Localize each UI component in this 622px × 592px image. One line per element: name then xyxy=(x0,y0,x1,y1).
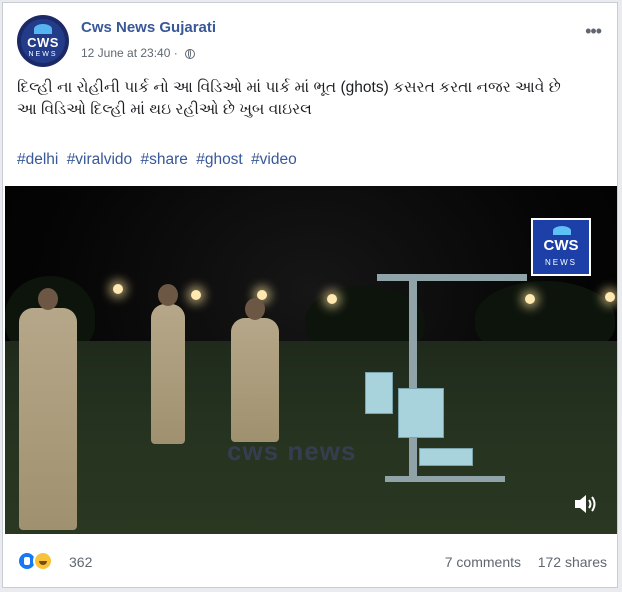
post-header: CWS NEWS Cws News Gujarati 12 June at 23… xyxy=(17,15,607,67)
video-player[interactable]: CWS NEWS cws news xyxy=(5,186,617,534)
park-lamp xyxy=(605,292,615,302)
hashtag-link[interactable]: #delhi xyxy=(17,151,58,168)
badge-text: CWS xyxy=(543,237,579,254)
police-officer-figure xyxy=(19,288,77,530)
post-text: દિલ્હી ના રોહીની પાર્ક નો આ વિડિઓ માં પા… xyxy=(17,77,599,121)
globe-icon[interactable] xyxy=(185,49,196,59)
badge-sub: NEWS xyxy=(545,258,577,267)
park-lamp xyxy=(113,284,123,294)
hashtag-link[interactable]: #share xyxy=(140,151,187,168)
haha-icon[interactable] xyxy=(33,551,53,571)
post-meta: 12 June at 23:40 · xyxy=(81,46,196,60)
exercise-machine-frame xyxy=(377,274,527,281)
post-timestamp[interactable]: 12 June at 23:40 xyxy=(81,46,170,60)
cws-news-badge: CWS NEWS xyxy=(531,218,591,276)
police-officer-figure xyxy=(151,284,185,444)
exercise-machine-seat xyxy=(419,448,473,466)
post-footer: 362 7 comments 172 shares xyxy=(17,549,607,573)
meta-separator: · xyxy=(173,46,178,60)
hashtag-list: #delhi #viralvido #share #ghost #video xyxy=(17,151,301,169)
police-officer-figure xyxy=(231,298,279,442)
hashtag-link[interactable]: #viralvido xyxy=(67,151,132,168)
volume-icon[interactable] xyxy=(573,492,599,516)
avatar-swoosh-icon xyxy=(34,24,52,34)
reaction-count[interactable]: 362 xyxy=(69,554,92,570)
shares-count-link[interactable]: 172 shares xyxy=(538,554,607,570)
page-name-link[interactable]: Cws News Gujarati xyxy=(81,19,216,36)
exercise-machine-frame xyxy=(385,476,505,482)
ellipsis-icon[interactable]: ••• xyxy=(585,21,602,42)
park-lamp xyxy=(525,294,535,304)
hashtag-link[interactable]: #video xyxy=(251,151,297,168)
exercise-machine-seat xyxy=(365,372,393,414)
park-lamp xyxy=(191,290,201,300)
avatar-logo-sub: NEWS xyxy=(28,51,58,58)
avatar-logo-text: CWS xyxy=(27,35,59,50)
park-lamp xyxy=(327,294,337,304)
post-text-line-1: દિલ્હી ના રોહીની પાર્ક નો આ વિડિઓ માં પા… xyxy=(17,79,561,96)
post-card: CWS NEWS Cws News Gujarati 12 June at 23… xyxy=(2,2,618,588)
exercise-machine-frame xyxy=(409,276,417,476)
video-watermark: cws news xyxy=(227,436,357,466)
exercise-machine-seat xyxy=(398,388,444,438)
hashtag-link[interactable]: #ghost xyxy=(196,151,243,168)
page-avatar[interactable]: CWS NEWS xyxy=(17,15,69,67)
badge-swoosh-icon xyxy=(553,226,571,235)
post-text-line-2: આ વિડિઓ દિલ્હી માં થઇ રહીઓ છે ખુબ વાઇરલ xyxy=(17,101,312,118)
comments-count-link[interactable]: 7 comments xyxy=(445,554,521,570)
